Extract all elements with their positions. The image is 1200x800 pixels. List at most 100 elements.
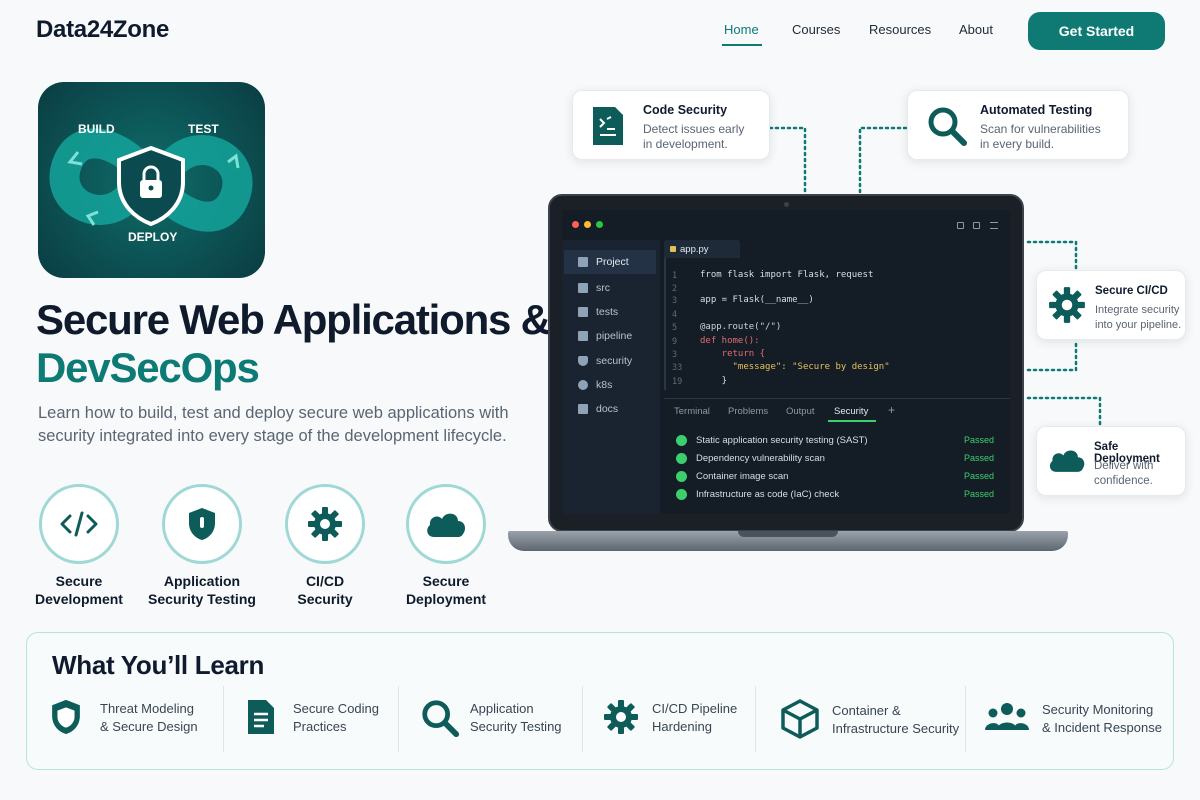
line-number: 4 xyxy=(672,310,678,320)
learn-divider xyxy=(965,686,966,752)
learn-item-secure-coding[interactable]: Secure Coding Practices xyxy=(246,690,396,754)
line-number: 33 xyxy=(672,363,683,373)
tab-problems[interactable]: Problems xyxy=(728,406,768,417)
learn-title: What You’ll Learn xyxy=(52,650,265,680)
document-icon xyxy=(248,700,274,734)
search-icon xyxy=(928,107,967,146)
learn-divider xyxy=(582,686,583,752)
learn-item-label: Secure Coding xyxy=(293,701,379,716)
check-icon xyxy=(676,470,687,482)
card-automated-testing[interactable]: Automated Testing Scan for vulnerabiliti… xyxy=(907,90,1129,160)
line-number: 19 xyxy=(672,377,683,387)
tab-security[interactable]: Security xyxy=(834,406,868,417)
learn-item-label: Practices xyxy=(293,719,347,734)
sidebar-item-src[interactable]: src xyxy=(564,276,656,300)
folder-icon xyxy=(578,257,588,267)
check-icon xyxy=(676,452,687,464)
folder-icon xyxy=(578,283,588,293)
learn-item-app-security-testing[interactable]: Application Security Testing xyxy=(420,690,580,754)
learn-item-label: Security Testing xyxy=(470,719,562,734)
card-title: Secure CI/CD xyxy=(1095,285,1168,297)
laptop-notch xyxy=(738,531,838,537)
ide-window: Project src tests pipeline security k8s … xyxy=(562,210,1010,514)
shield-icon xyxy=(52,699,80,735)
check-row: Infrastructure as code (IaC) check Passed xyxy=(676,486,994,502)
sidebar-item-pipeline[interactable]: pipeline xyxy=(564,324,656,348)
line-number: 2 xyxy=(672,284,678,294)
code-line: def home(): xyxy=(700,336,760,346)
document-icon xyxy=(593,107,623,145)
file-tab-label: app.py xyxy=(680,244,709,255)
editor-gutter xyxy=(664,258,666,390)
learn-divider xyxy=(223,686,224,752)
learn-item-label: & Incident Response xyxy=(1042,720,1162,735)
active-tab-indicator xyxy=(828,420,876,422)
minimize-window-dot[interactable] xyxy=(584,221,591,228)
kubernetes-icon xyxy=(578,380,588,390)
line-number: 3 xyxy=(672,296,678,306)
learn-item-threat-modeling[interactable]: Threat Modeling & Secure Design xyxy=(50,690,220,754)
learn-item-label: Application xyxy=(470,701,534,716)
learn-item-label: Security Monitoring xyxy=(1042,702,1154,717)
sidebar-item-docs[interactable]: docs xyxy=(564,397,656,421)
card-code-security[interactable]: Code Security Detect issues early in deve… xyxy=(572,90,770,160)
sidebar-item-tests[interactable]: tests xyxy=(564,300,656,324)
card-description: Scan for vulnerabilities in every build. xyxy=(980,122,1101,151)
card-description: Detect issues early in development. xyxy=(643,122,745,151)
maximize-window-dot[interactable] xyxy=(596,221,603,228)
learn-item-label: CI/CD Pipeline xyxy=(652,701,738,716)
split-icon[interactable] xyxy=(973,222,980,229)
check-icon xyxy=(676,488,687,500)
learn-item-label: Container & xyxy=(832,703,901,718)
cube-icon xyxy=(781,699,819,739)
learn-divider xyxy=(755,686,756,752)
card-safe-deployment[interactable]: Safe Deployment Deliver with confidence. xyxy=(1036,426,1186,496)
learn-item-security-monitoring[interactable]: Security Monitoring & Incident Response xyxy=(985,690,1165,754)
search-icon xyxy=(422,700,460,738)
check-row: Container image scan Passed xyxy=(676,468,994,484)
gear-icon xyxy=(604,700,638,734)
layout-icon[interactable] xyxy=(957,222,964,229)
code-line: } xyxy=(700,376,728,386)
code-line: return { xyxy=(700,349,766,359)
card-title: Code Security xyxy=(643,103,728,117)
card-description: Deliver with confidence. xyxy=(1094,460,1154,487)
learn-item-label: & Secure Design xyxy=(100,719,198,734)
learn-item-label: Threat Modeling xyxy=(100,701,194,716)
status-badge: Passed xyxy=(963,435,994,445)
card-secure-cicd[interactable]: Secure CI/CD Integrate security into your… xyxy=(1036,270,1186,340)
add-tab-button[interactable]: + xyxy=(888,403,895,417)
tab-output[interactable]: Output xyxy=(786,406,815,417)
tab-terminal[interactable]: Terminal xyxy=(674,406,710,417)
sidebar-item-security[interactable]: security xyxy=(564,349,656,373)
status-badge: Passed xyxy=(963,489,994,499)
webcam xyxy=(784,202,789,207)
users-icon xyxy=(985,703,1029,730)
folder-icon xyxy=(578,307,588,317)
check-row: Dependency vulnerability scan Passed xyxy=(676,450,994,466)
sidebar-item-project[interactable]: Project xyxy=(564,250,656,274)
folder-icon xyxy=(578,331,588,341)
code-line: app = Flask(__name__) xyxy=(700,295,814,305)
code-line: from flask import Flask, request xyxy=(700,270,874,280)
gear-icon xyxy=(1049,287,1085,323)
shield-icon xyxy=(578,356,588,366)
status-badge: Passed xyxy=(963,471,994,481)
line-number: 3 xyxy=(672,350,678,360)
panel-divider xyxy=(664,398,1010,399)
card-description: Integrate security into your pipeline. xyxy=(1095,304,1182,331)
sidebar-item-k8s[interactable]: k8s xyxy=(564,373,656,397)
close-window-dot[interactable] xyxy=(572,221,579,228)
line-number: 1 xyxy=(672,271,678,281)
learn-item-label: Infrastructure Security xyxy=(832,721,960,736)
learn-divider xyxy=(398,686,399,752)
line-number: 9 xyxy=(672,337,678,347)
learn-item-label: Hardening xyxy=(652,719,712,734)
code-line: @app.route("/") xyxy=(700,322,782,332)
menu-icon[interactable] xyxy=(990,222,998,229)
status-badge: Passed xyxy=(963,453,994,463)
line-number: 5 xyxy=(672,323,678,333)
learn-item-container-security[interactable]: Container & Infrastructure Security xyxy=(780,690,962,754)
code-line: "message": "Secure by design" xyxy=(700,362,890,372)
learn-item-cicd-hardening[interactable]: CI/CD Pipeline Hardening xyxy=(602,690,752,754)
